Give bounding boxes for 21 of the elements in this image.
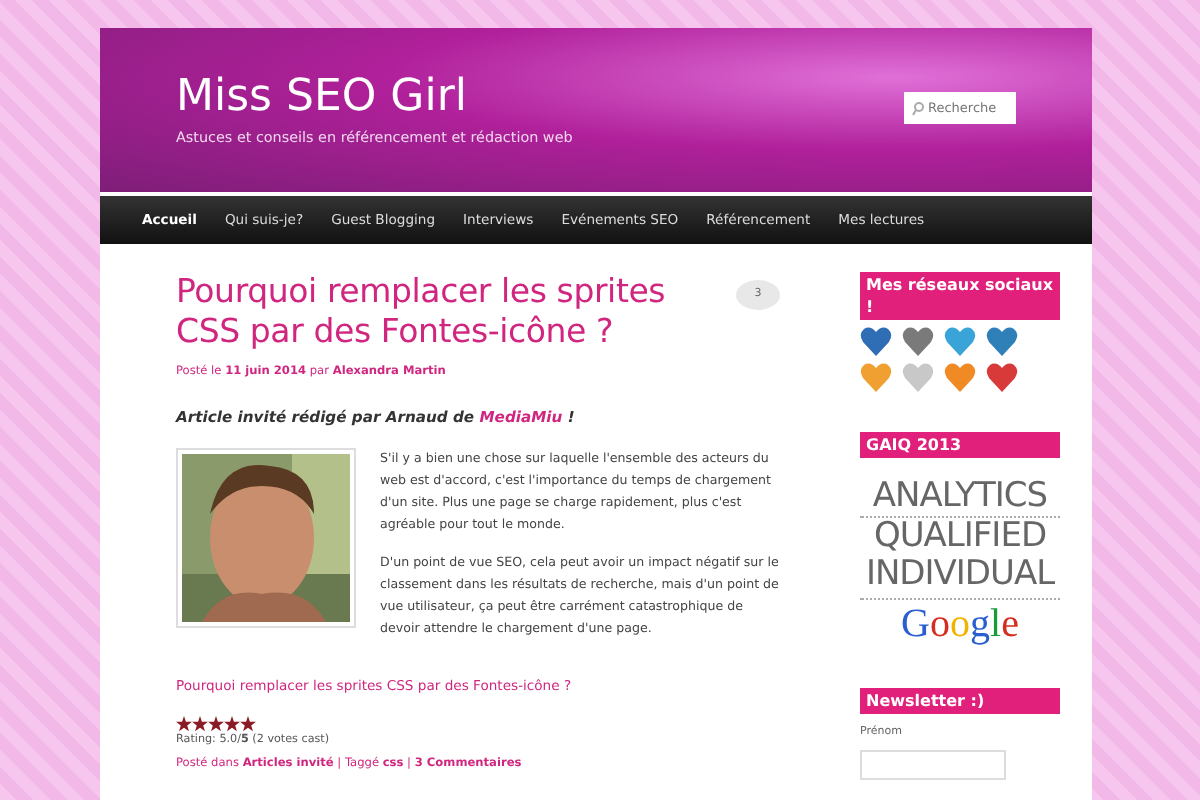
badge-text: ANALYTICS [870, 478, 1050, 516]
heart-icon[interactable] [986, 362, 1018, 392]
heart-icon[interactable] [944, 326, 976, 356]
google-logo: Google [860, 598, 1060, 648]
widget-title: Newsletter :) [860, 688, 1060, 714]
star-icon[interactable] [192, 716, 208, 733]
widget-title: Mes réseaux sociaux ! [860, 272, 1060, 320]
star-icon[interactable] [224, 716, 240, 733]
badge-text: QUALIFIED [860, 516, 1060, 556]
star-icon[interactable] [176, 716, 192, 733]
widget-title: GAIQ 2013 [860, 432, 1060, 458]
heart-icon[interactable] [860, 326, 892, 356]
site-title[interactable]: Miss SEO Girl [176, 72, 573, 124]
badge-text: INDIVIDUAL [863, 556, 1057, 594]
heart-icon[interactable] [944, 362, 976, 392]
input-field[interactable] [860, 749, 1006, 780]
heart-icon[interactable] [902, 326, 934, 356]
star-icon[interactable] [240, 716, 256, 733]
star-icon[interactable] [208, 716, 224, 733]
post-title[interactable]: Pourquoi remplacer les sprites CSS par des Fontes-icône ? [176, 272, 716, 352]
heart-icon[interactable] [986, 326, 1018, 356]
